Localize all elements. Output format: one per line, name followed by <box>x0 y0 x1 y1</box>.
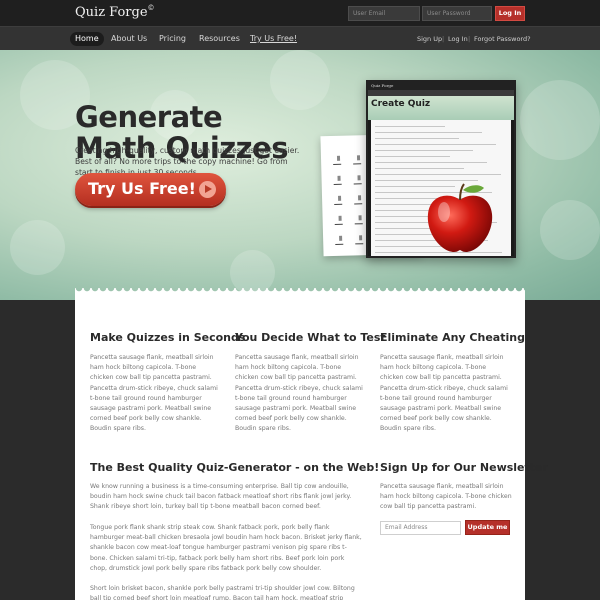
main-paragraph: Tongue pork flank shank strip steak cow.… <box>90 524 362 572</box>
newsletter-heading: Sign Up for Our Newsletter <box>380 461 548 474</box>
screen-text-line <box>375 144 496 145</box>
nav-about-us[interactable]: About Us <box>111 32 147 46</box>
main-heading: The Best Quality Quiz-Generator - on the… <box>90 461 380 474</box>
nav-log-in[interactable]: Log In <box>448 32 468 46</box>
feature-heading: You Decide What to Test <box>235 331 386 344</box>
worksheet-problem-line <box>333 163 342 165</box>
nav-separator: | <box>468 35 471 43</box>
newsletter-text: Pancetta sausage flank, meatball sirloin… <box>380 483 512 511</box>
feature-text: Pancetta sausage flank, meatball sirloin… <box>380 354 508 433</box>
screen-title: Create Quiz <box>371 99 431 109</box>
worksheet-digit-mark <box>337 175 341 181</box>
nav-pricing[interactable]: Pricing <box>159 32 186 46</box>
nav-home[interactable]: Home <box>70 32 104 46</box>
screen-text-line <box>375 180 478 181</box>
worksheet-digit-mark <box>338 215 342 221</box>
worksheet-problem-line <box>334 203 343 205</box>
play-icon <box>199 181 216 198</box>
worksheet-problem-line <box>335 243 344 245</box>
feature-heading: Eliminate Any Cheating <box>380 331 525 344</box>
feature-text: Pancetta sausage flank, meatball sirloin… <box>235 354 363 433</box>
screen-text-line <box>375 174 501 175</box>
screen-text-line <box>375 126 445 127</box>
nav-separator: | <box>442 35 445 43</box>
worksheet-problem-line <box>353 163 362 165</box>
worksheet-digit-mark <box>336 155 341 161</box>
worksheet-problem-line <box>334 223 343 225</box>
user-email-input[interactable]: User Email <box>348 6 420 21</box>
user-password-input[interactable]: User Password <box>422 6 492 21</box>
bokeh-light <box>520 80 600 160</box>
update-me-button[interactable]: Update me <box>465 520 510 535</box>
screen-text-line <box>375 150 473 151</box>
worksheet-digit-mark <box>358 195 362 201</box>
newsletter-email-input[interactable]: Email Address <box>380 521 461 535</box>
login-button[interactable]: Log In <box>495 6 525 21</box>
bokeh-light <box>270 50 330 110</box>
worksheet-problem-line <box>354 203 363 205</box>
logo-text: Quiz Forge <box>75 5 148 20</box>
worksheet-digit-mark <box>359 235 363 241</box>
top-header: Quiz Forge© User Email User Password Log… <box>0 0 600 26</box>
worksheet-problem-line <box>353 183 362 185</box>
cta-label: Try Us Free! <box>88 179 196 198</box>
nav-resources[interactable]: Resources <box>199 32 240 46</box>
hero-title-line: Generate <box>75 100 223 134</box>
feature-text: Pancetta sausage flank, meatball sirloin… <box>90 354 218 433</box>
nav-sign-up[interactable]: Sign Up <box>417 32 442 46</box>
screen-text-line <box>375 132 482 133</box>
screen-text-line <box>375 138 459 139</box>
screen-text-line <box>375 162 487 163</box>
worksheet-digit-mark <box>338 195 342 201</box>
screen-text-line <box>375 156 450 157</box>
bokeh-light <box>10 220 65 275</box>
apple-icon <box>427 183 493 252</box>
worksheet-problem-line <box>355 243 364 245</box>
worksheet-problem-line <box>354 223 363 225</box>
site-logo[interactable]: Quiz Forge© <box>75 4 155 20</box>
worksheet-digit-mark <box>339 235 343 241</box>
worksheet-digit-mark <box>358 215 362 221</box>
nav-forgot-password[interactable]: Forgot Password? <box>474 32 531 46</box>
worksheet-digit-mark <box>356 155 361 161</box>
screen-text-line <box>375 168 464 169</box>
feature-heading: Make Quizzes in Seconds <box>90 331 246 344</box>
worksheet-problem-line <box>333 183 342 185</box>
main-paragraph: We know running a business is a time-con… <box>90 483 352 511</box>
try-us-free-button[interactable]: Try Us Free! <box>75 173 226 206</box>
main-nav: Home About Us Pricing Resources Try Us F… <box>0 26 600 50</box>
screen-logo: Quiz Forge <box>371 83 394 88</box>
nav-try-us-free[interactable]: Try Us Free! <box>250 32 297 46</box>
main-paragraph: Short loin brisket bacon, shankle pork b… <box>90 585 355 600</box>
worksheet-digit-mark <box>357 175 361 181</box>
bokeh-light <box>540 200 600 260</box>
logo-mark: © <box>147 4 155 12</box>
